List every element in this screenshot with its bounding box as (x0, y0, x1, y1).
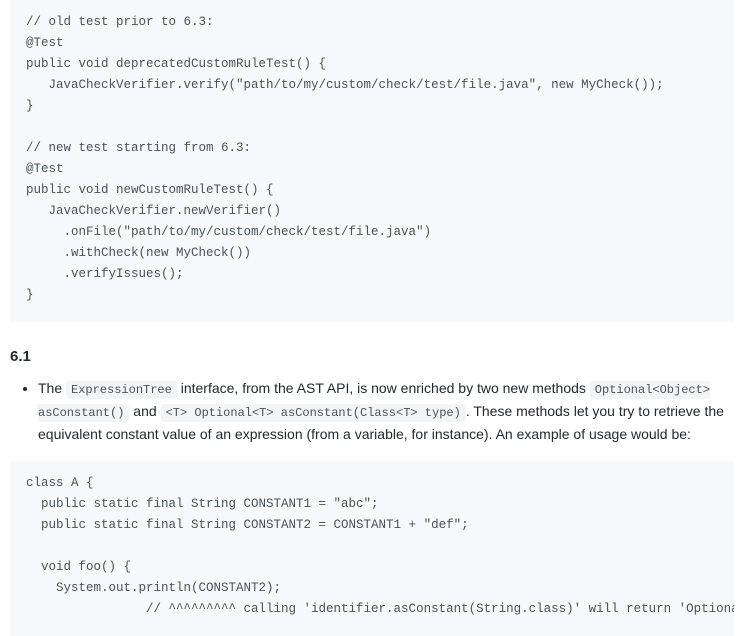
release-notes-list: The ExpressionTree interface, from the A… (10, 377, 734, 446)
section-heading-6-1: 6.1 (10, 346, 734, 369)
inline-code-expressiontree: ExpressionTree (66, 381, 177, 399)
list-item: The ExpressionTree interface, from the A… (38, 377, 734, 446)
code-block-deprecated-test: // old test prior to 6.3: @Test public v… (10, 0, 734, 322)
inline-code-asconstant-typed: <T> Optional<T> asConstant(Class<T> type… (161, 404, 466, 422)
text-fragment: The (38, 380, 66, 396)
code-block-constant-example: class A { public static final String CON… (10, 461, 734, 636)
text-fragment: and (129, 403, 160, 419)
text-fragment: interface, from the AST API, is now enri… (177, 380, 590, 396)
